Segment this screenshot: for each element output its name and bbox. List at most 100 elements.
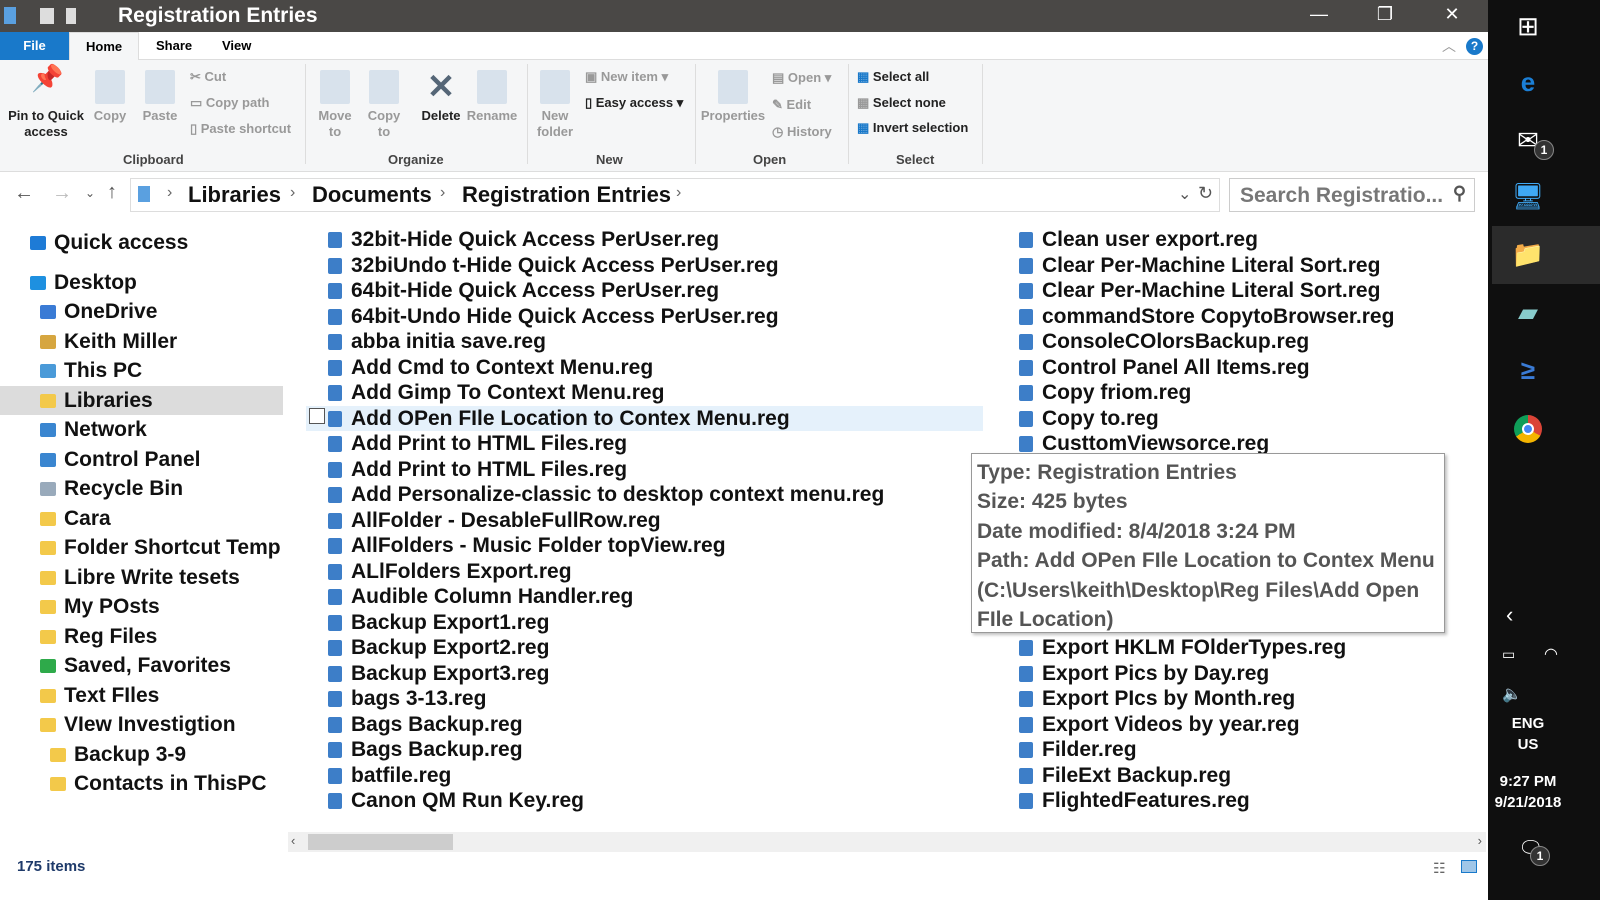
sidebar-item[interactable]: Libraries <box>0 385 283 415</box>
open-button[interactable]: ▤ Open ▾ <box>772 70 831 86</box>
sidebar-item[interactable]: Recycle Bin <box>0 474 283 504</box>
file-item[interactable]: Audible Column Handler.reg <box>328 584 633 610</box>
clock[interactable]: 9:27 PM 9/21/2018 <box>1488 773 1568 811</box>
file-item[interactable]: bags 3-13.reg <box>328 686 486 712</box>
file-item[interactable]: FileExt Backup.reg <box>1019 763 1231 789</box>
large-icons-view-icon[interactable] <box>1461 860 1477 873</box>
file-item[interactable]: commandStore CopytoBrowser.reg <box>1019 304 1394 330</box>
file-item[interactable]: Clear Per-Machine Literal Sort.reg <box>1019 253 1380 279</box>
minimize-button[interactable]: — <box>1304 4 1334 25</box>
scrollbar-thumb[interactable] <box>308 834 453 850</box>
pin-quick-access-button[interactable]: 📌 Pin to Quick access <box>6 65 86 140</box>
copy-button[interactable]: Copy <box>92 70 128 124</box>
forward-button[interactable]: → <box>52 182 72 205</box>
file-item[interactable]: ConsoleCOlorsBackup.reg <box>1019 329 1309 355</box>
file-item[interactable]: Add Cmd to Context Menu.reg <box>328 355 653 381</box>
sidebar-item[interactable]: My POsts <box>0 592 283 622</box>
file-item[interactable]: Bags Backup.reg <box>328 737 523 763</box>
show-hidden-icons[interactable]: ‹ <box>1506 602 1513 628</box>
sidebar-item[interactable]: Cara <box>0 504 283 534</box>
file-item[interactable]: Add Print to HTML Files.reg <box>328 431 627 457</box>
powershell-icon[interactable]: ≥ <box>1508 350 1548 390</box>
file-item[interactable]: Canon QM Run Key.reg <box>328 788 584 814</box>
file-item[interactable]: batfile.reg <box>328 763 451 789</box>
file-item[interactable]: ALlFolders Export.reg <box>328 559 572 585</box>
volume-icon[interactable]: 🔈 <box>1502 684 1522 704</box>
help-icon[interactable]: ? <box>1466 38 1483 55</box>
copy-to-button[interactable]: Copy to <box>364 70 404 140</box>
breadcrumb-chevron[interactable]: › <box>676 184 681 202</box>
file-item[interactable]: AllFolders - Music Folder topView.reg <box>328 533 726 559</box>
file-item[interactable]: Export Videos by year.reg <box>1019 712 1300 738</box>
edge-browser-icon[interactable]: e <box>1508 62 1548 102</box>
file-item[interactable]: Copy to.reg <box>1019 406 1159 432</box>
breadcrumb-documents[interactable]: Documents <box>312 182 432 208</box>
item-checkbox[interactable] <box>309 408 325 424</box>
tab-file[interactable]: File <box>0 32 69 60</box>
sidebar-item[interactable]: Quick access <box>0 228 283 258</box>
sidebar-item[interactable]: Keith Miller <box>0 327 283 357</box>
sidebar-item[interactable]: This PC <box>0 356 283 386</box>
file-item[interactable]: 32biUndo t-Hide Quick Access PerUser.reg <box>328 253 779 279</box>
file-item[interactable]: Export HKLM FOlderTypes.reg <box>1019 635 1346 661</box>
paste-shortcut-button[interactable]: ▯ Paste shortcut <box>190 121 291 137</box>
file-item[interactable]: Copy friom.reg <box>1019 380 1191 406</box>
breadcrumb-libraries[interactable]: Libraries <box>188 182 281 208</box>
properties-quick-icon[interactable] <box>40 8 54 24</box>
wifi-icon[interactable]: ◠ <box>1544 644 1558 664</box>
sidebar-item[interactable]: Contacts in ThisPC <box>0 769 283 799</box>
copy-path-button[interactable]: ▭ Copy path <box>190 95 269 111</box>
sidebar-item[interactable]: Libre Write tesets <box>0 563 283 593</box>
sidebar-item[interactable]: Folder Shortcut Temp <box>0 533 283 563</box>
sidebar-item[interactable]: Desktop <box>0 268 283 298</box>
collapse-ribbon-icon[interactable]: ︿ <box>1442 36 1456 56</box>
file-item[interactable]: 32bit-Hide Quick Access PerUser.reg <box>328 227 719 253</box>
file-item[interactable]: Add Personalize-classic to desktop conte… <box>328 482 884 508</box>
file-item[interactable]: Bags Backup.reg <box>328 712 523 738</box>
address-dropdown-icon[interactable]: ⌄ <box>1178 184 1191 204</box>
file-item[interactable]: Add Gimp To Context Menu.reg <box>328 380 664 406</box>
file-item[interactable]: Add Print to HTML Files.reg <box>328 457 627 483</box>
tab-share[interactable]: Share <box>140 32 208 60</box>
invert-selection-button[interactable]: ▦ Invert selection <box>857 120 968 136</box>
sidebar-item[interactable]: Reg Files <box>0 622 283 652</box>
language-indicator[interactable]: ENG US <box>1488 715 1568 753</box>
horizontal-scrollbar[interactable]: ‹ › <box>288 832 1486 852</box>
scroll-left-icon[interactable]: ‹ <box>291 833 295 848</box>
restore-button[interactable]: ❐ <box>1370 4 1400 25</box>
file-item[interactable]: Backup Export2.reg <box>328 635 549 661</box>
file-item[interactable]: Export Pics by Day.reg <box>1019 661 1269 687</box>
sidebar-item[interactable]: Control Panel <box>0 445 283 475</box>
refresh-icon[interactable]: ↻ <box>1198 183 1213 204</box>
history-button[interactable]: ◷ History <box>772 124 832 140</box>
file-item[interactable]: Filder.reg <box>1019 737 1137 763</box>
up-button[interactable]: ↑ <box>107 181 117 204</box>
close-button[interactable]: ✕ <box>1437 4 1467 25</box>
file-item[interactable]: Backup Export1.reg <box>328 610 549 636</box>
mail-icon[interactable]: ✉ 1 <box>1508 120 1554 160</box>
file-item[interactable]: Clear Per-Machine Literal Sort.reg <box>1019 278 1380 304</box>
file-item[interactable]: AllFolder - DesableFullRow.reg <box>328 508 661 534</box>
recent-locations-button[interactable]: ⌄ <box>85 186 95 200</box>
tab-view[interactable]: View <box>206 32 267 60</box>
breadcrumb-registration-entries[interactable]: Registration Entries <box>462 182 671 208</box>
remote-desktop-icon[interactable]: 🖥 <box>1508 176 1548 216</box>
cut-button[interactable]: ✂ Cut <box>190 69 226 85</box>
sidebar-item[interactable]: Text FIles <box>0 681 283 711</box>
chrome-icon[interactable] <box>1508 408 1548 448</box>
new-folder-quick-icon[interactable] <box>66 8 76 24</box>
file-item[interactable]: Backup Export3.reg <box>328 661 549 687</box>
sidebar-item[interactable]: Network <box>0 415 283 445</box>
file-item[interactable]: 64bit-Undo Hide Quick Access PerUser.reg <box>328 304 779 330</box>
search-input[interactable]: Search Registratio... ⚲ <box>1229 178 1475 212</box>
file-item[interactable]: abba initia save.reg <box>328 329 546 355</box>
notepad-icon[interactable]: ▰ <box>1508 292 1548 332</box>
rename-button[interactable]: Rename <box>466 70 518 124</box>
file-item[interactable]: FlightedFeatures.reg <box>1019 788 1250 814</box>
file-item[interactable]: Export PIcs by Month.reg <box>1019 686 1295 712</box>
new-item-button[interactable]: ▣ New item ▾ <box>585 69 668 85</box>
new-folder-button[interactable]: New folder <box>533 70 577 140</box>
sidebar-item[interactable]: Saved, Favorites <box>0 651 283 681</box>
paste-button[interactable]: Paste <box>140 70 180 124</box>
file-item[interactable]: Control Panel All Items.reg <box>1019 355 1310 381</box>
